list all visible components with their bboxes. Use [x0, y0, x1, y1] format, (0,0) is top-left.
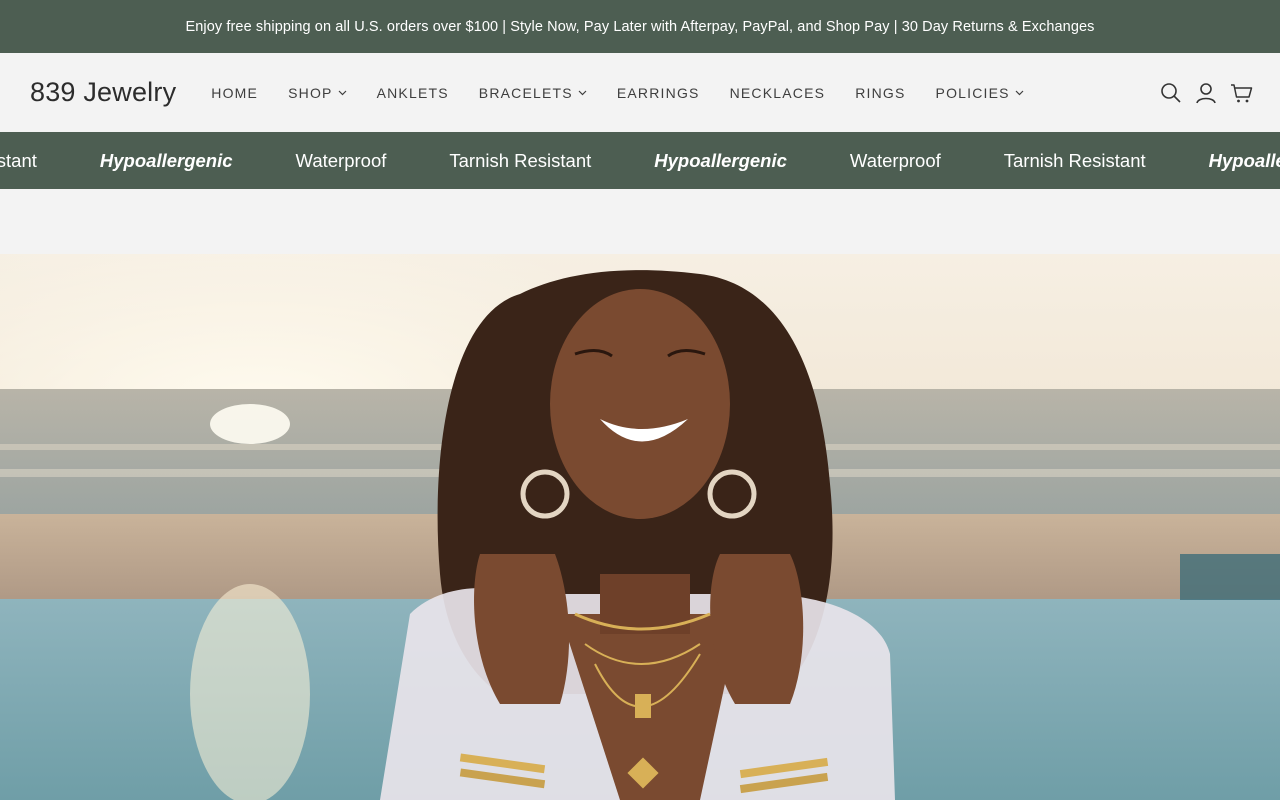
nav-item-policies[interactable]: POLICIES [936, 85, 1024, 101]
hero-photo [0, 254, 1280, 800]
nav-item-home[interactable]: HOME [211, 85, 258, 101]
chevron-down-icon [1015, 90, 1024, 96]
nav-item-necklaces[interactable]: NECKLACES [730, 85, 826, 101]
marquee-item: Hypoallergenic [654, 149, 787, 171]
nav-item-label: BRACELETS [478, 84, 573, 101]
site-header: 839 Jewelry HOME SHOP ANKLETS BRACELETS … [0, 53, 1280, 132]
nav-item-label: EARRINGS [616, 84, 700, 101]
hero-banner [0, 254, 1280, 800]
search-icon[interactable] [1160, 82, 1182, 104]
nav-item-bracelets[interactable]: BRACELETS [479, 85, 587, 101]
chevron-down-icon [338, 90, 347, 96]
chevron-down-icon [578, 90, 587, 96]
marquee-track: Tarnish Resistant Hypoallergenic Waterpr… [0, 132, 1280, 189]
marquee-item: Hypoallergenic [1208, 149, 1280, 171]
marquee-item: Waterproof [295, 149, 387, 171]
nav-item-label: HOME [211, 84, 259, 101]
feature-marquee: Tarnish Resistant Hypoallergenic Waterpr… [0, 132, 1280, 189]
marquee-item: Tarnish Resistant [0, 149, 37, 171]
cart-icon[interactable] [1230, 82, 1254, 104]
site-logo[interactable]: 839 Jewelry [30, 77, 176, 108]
header-actions [1160, 53, 1254, 132]
account-icon[interactable] [1195, 82, 1217, 104]
marquee-item: Tarnish Resistant [1003, 149, 1146, 171]
nav-item-shop[interactable]: SHOP [288, 84, 347, 101]
announcement-text: Enjoy free shipping on all U.S. orders o… [185, 18, 1095, 35]
nav-item-label: NECKLACES [729, 84, 826, 101]
nav-item-rings[interactable]: RINGS [855, 85, 905, 101]
marquee-item: Hypoallergenic [99, 149, 233, 171]
nav-item-label: POLICIES [935, 84, 1010, 101]
nav-item-label: SHOP [288, 84, 333, 101]
nav-item-label: ANKLETS [376, 84, 449, 101]
nav-item-anklets[interactable]: ANKLETS [377, 85, 449, 101]
marquee-item: Tarnish Resistant [449, 149, 592, 171]
main-nav: HOME SHOP ANKLETS BRACELETS EARRINGS NEC… [211, 85, 1053, 101]
section-spacer [0, 189, 1280, 254]
nav-item-earrings[interactable]: EARRINGS [617, 85, 700, 101]
nav-item-label: RINGS [855, 84, 906, 101]
announcement-bar: Enjoy free shipping on all U.S. orders o… [0, 0, 1280, 53]
marquee-item: Waterproof [849, 149, 941, 171]
